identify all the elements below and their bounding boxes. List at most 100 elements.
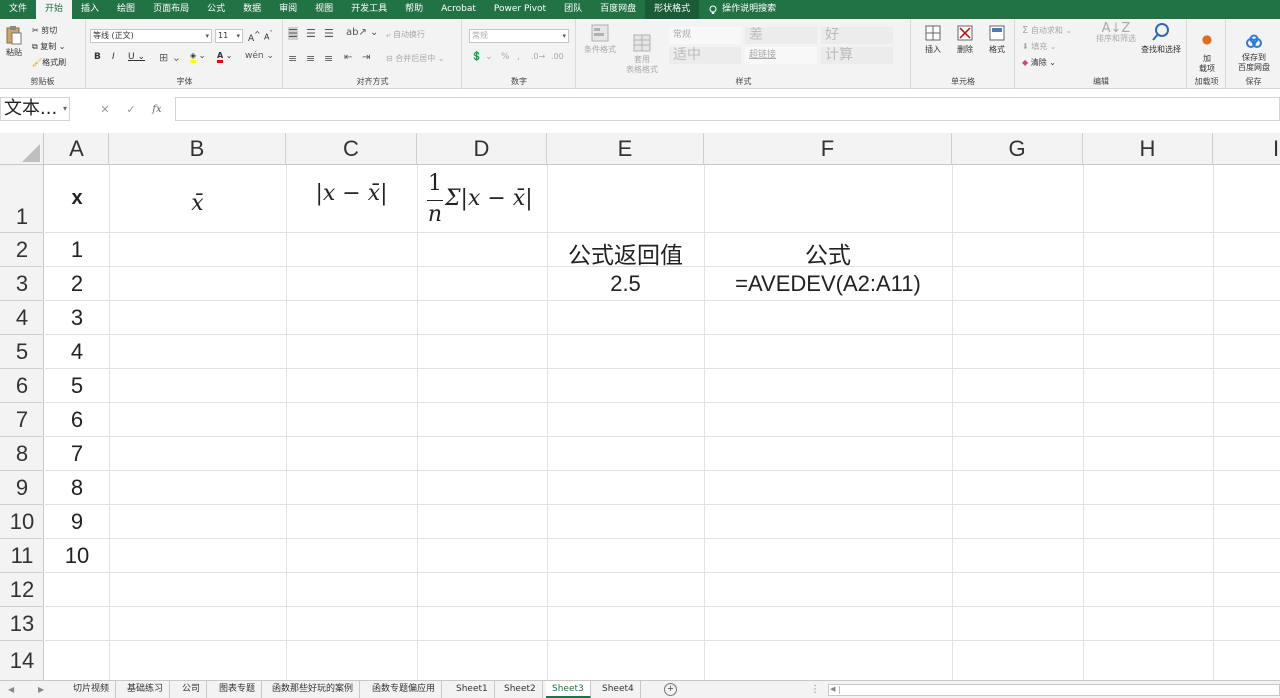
align-bottom-button[interactable]: ☰: [324, 27, 334, 40]
autosum-button[interactable]: Σ 自动求和 ⌄: [1022, 25, 1072, 36]
cell-b1[interactable]: x̄: [109, 191, 286, 216]
row-header-11[interactable]: 11: [0, 539, 44, 573]
row-header-8[interactable]: 8: [0, 437, 44, 471]
more-options-icon[interactable]: ⋮: [810, 681, 820, 698]
insert-function-icon[interactable]: fx: [152, 104, 161, 115]
select-all-corner[interactable]: [0, 133, 44, 165]
insert-cells-button[interactable]: 插入: [918, 24, 948, 55]
number-format-combo[interactable]: 常规 ▾: [469, 29, 569, 43]
paste-button[interactable]: 粘贴: [3, 25, 25, 58]
tab-formulas[interactable]: 公式: [198, 0, 234, 19]
scrollbar-thumb[interactable]: [839, 686, 1279, 694]
sheet-tab[interactable]: 公司: [176, 681, 208, 698]
sheet-tab[interactable]: 切片视频: [67, 681, 117, 698]
merge-center-button[interactable]: ⊟ 合并后居中 ⌄: [386, 53, 445, 64]
addins-button[interactable]: ● 加 载项: [1190, 24, 1224, 84]
column-header-g[interactable]: G: [952, 133, 1083, 165]
cut-button[interactable]: ✂ 剪切: [32, 25, 57, 36]
decrease-decimal-button[interactable]: .00: [551, 52, 564, 61]
cell-a11[interactable]: 10: [45, 543, 109, 569]
cell-d1[interactable]: 1 n Σ|x − x̄|: [417, 169, 547, 232]
style-cell-bad[interactable]: 差: [745, 27, 817, 44]
conditional-format-button[interactable]: 条件格式: [581, 24, 619, 55]
tab-developer[interactable]: 开发工具: [342, 0, 396, 19]
tab-help[interactable]: 帮助: [396, 0, 432, 19]
tab-view[interactable]: 视图: [306, 0, 342, 19]
cell-a8[interactable]: 7: [45, 441, 109, 467]
style-cell-hyperlink[interactable]: 超链接: [745, 47, 817, 64]
column-header-b[interactable]: B: [109, 133, 286, 165]
cell-a9[interactable]: 8: [45, 475, 109, 501]
row-header-9[interactable]: 9: [0, 471, 44, 505]
decrease-indent-button[interactable]: ⇤: [344, 52, 352, 63]
increase-decimal-button[interactable]: .0→: [531, 52, 545, 61]
sheet-tab[interactable]: 函数那些好玩的案例: [266, 681, 361, 698]
align-top-button[interactable]: ☰: [288, 27, 298, 40]
cell-a6[interactable]: 5: [45, 373, 109, 399]
cell-e3[interactable]: 2.5: [547, 271, 704, 297]
tab-baidu-netdisk[interactable]: 百度网盘: [591, 0, 645, 19]
sheet-tab[interactable]: 基础练习: [121, 681, 171, 698]
row-header-5[interactable]: 5: [0, 335, 44, 369]
column-header-e[interactable]: E: [547, 133, 704, 165]
copy-button[interactable]: ⧉ 复制 ⌄: [32, 41, 66, 52]
row-header-1[interactable]: 1: [0, 165, 44, 233]
row-header-3[interactable]: 3: [0, 267, 44, 301]
sheet-tab[interactable]: 函数专题偏应用: [366, 681, 443, 698]
font-name-combo[interactable]: 等线 (正文) ▾: [90, 29, 212, 43]
phonetic-button[interactable]: wén ⌄: [245, 51, 274, 61]
cell-a3[interactable]: 2: [45, 271, 109, 297]
tab-draw[interactable]: 绘图: [108, 0, 144, 19]
bold-button[interactable]: B: [94, 52, 101, 62]
row-header-7[interactable]: 7: [0, 403, 44, 437]
add-sheet-icon[interactable]: +: [664, 683, 677, 696]
style-cell-normal[interactable]: 常规: [669, 27, 741, 44]
sort-filter-button[interactable]: A↓Z 排序和筛选: [1094, 22, 1138, 44]
cell-a5[interactable]: 4: [45, 339, 109, 365]
align-left-button[interactable]: ≡: [288, 52, 297, 65]
align-middle-button[interactable]: ☰: [306, 27, 316, 40]
wrap-text-button[interactable]: ⤶ 自动换行: [386, 29, 425, 40]
scroll-right-icon[interactable]: ▶: [38, 681, 44, 698]
row-header-10[interactable]: 10: [0, 505, 44, 539]
sheet-tab[interactable]: 图表专题: [213, 681, 263, 698]
tab-shape-format[interactable]: 形状格式: [645, 0, 700, 19]
grow-font-button[interactable]: A^: [248, 30, 260, 44]
column-header-d[interactable]: D: [417, 133, 547, 165]
tab-home[interactable]: 开始: [36, 0, 73, 19]
cell-f2[interactable]: 公式: [704, 236, 952, 270]
cancel-icon[interactable]: ✕: [100, 103, 109, 116]
format-cells-button[interactable]: 格式: [982, 24, 1012, 55]
tab-review[interactable]: 审阅: [270, 0, 306, 19]
row-header-2[interactable]: 2: [0, 233, 44, 267]
row-header-13[interactable]: 13: [0, 607, 44, 641]
align-center-button[interactable]: ≡: [306, 52, 315, 65]
tab-insert[interactable]: 插入: [72, 0, 108, 19]
delete-cells-button[interactable]: 删除: [950, 24, 980, 55]
column-header-f[interactable]: F: [704, 133, 952, 165]
find-select-button[interactable]: 查找和选择: [1138, 22, 1184, 55]
tab-page-layout[interactable]: 页面布局: [144, 0, 198, 19]
cell-a10[interactable]: 9: [45, 509, 109, 535]
cell-a2[interactable]: 1: [45, 237, 109, 263]
tell-me-search[interactable]: 操作说明搜索: [699, 0, 785, 19]
column-header-c[interactable]: C: [286, 133, 417, 165]
column-header-a[interactable]: A: [45, 133, 109, 165]
comma-button[interactable]: ,: [517, 52, 520, 62]
cell-grid[interactable]: x x̄ |x − x̄| 1 n Σ|x − x̄| 1 2 3 4 5 6 …: [45, 165, 1280, 680]
increase-indent-button[interactable]: ⇥: [362, 52, 370, 63]
horizontal-scrollbar[interactable]: ◀: [828, 684, 1280, 696]
align-right-button[interactable]: ≡: [324, 52, 333, 65]
cell-a4[interactable]: 3: [45, 305, 109, 331]
cell-a7[interactable]: 6: [45, 407, 109, 433]
fill-color-button[interactable]: ◈ ⌄: [190, 51, 205, 63]
name-box[interactable]: 文本... ▾: [0, 97, 70, 121]
tab-acrobat[interactable]: Acrobat: [432, 0, 485, 19]
border-button[interactable]: ⊞ ⌄: [159, 51, 181, 64]
font-size-combo[interactable]: 11 ▾: [215, 29, 243, 43]
row-header-4[interactable]: 4: [0, 301, 44, 335]
tab-file[interactable]: 文件: [0, 0, 36, 19]
enter-icon[interactable]: ✓: [126, 103, 135, 116]
orientation-button[interactable]: ab↗ ⌄: [346, 27, 378, 38]
style-cell-calculation[interactable]: 计算: [821, 47, 893, 64]
